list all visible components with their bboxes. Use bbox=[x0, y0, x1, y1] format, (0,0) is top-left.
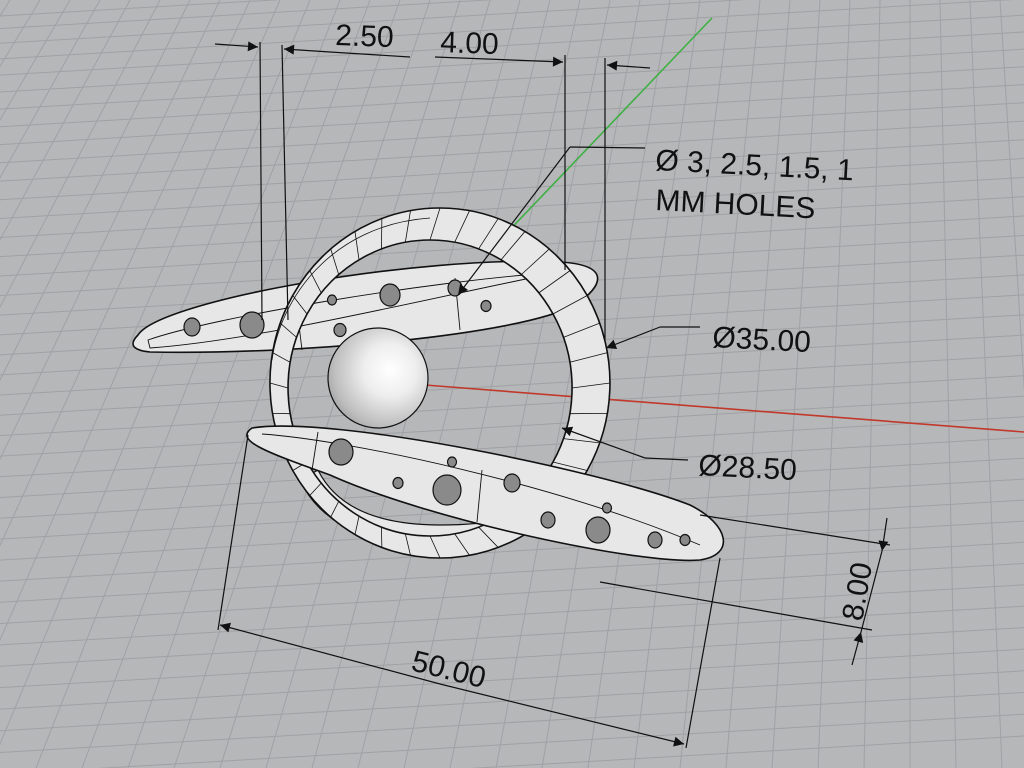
blade-hole bbox=[432, 474, 462, 506]
blade-hole bbox=[239, 311, 265, 339]
blade-hole bbox=[601, 502, 613, 514]
blade-hole bbox=[540, 511, 556, 529]
blade-hole bbox=[679, 533, 691, 547]
viewport-canvas[interactable]: 2.50 4.00 Ø 3, 2.5, 1.5, 1 MM HOLES Ø35.… bbox=[0, 0, 1024, 768]
blade-hole bbox=[392, 476, 404, 490]
pearl bbox=[327, 327, 429, 429]
cad-viewport[interactable]: 2.50 4.00 Ø 3, 2.5, 1.5, 1 MM HOLES Ø35.… bbox=[0, 0, 1024, 768]
blade-hole bbox=[585, 516, 611, 544]
dimension-2-50: 2.50 bbox=[335, 19, 395, 54]
blade-hole bbox=[379, 283, 401, 307]
blade-hole bbox=[503, 473, 521, 493]
blade-hole bbox=[480, 299, 492, 313]
blade-hole bbox=[447, 279, 463, 297]
dimension-4-00: 4.00 bbox=[440, 26, 500, 61]
viewport-background bbox=[0, 0, 1024, 768]
blade-hole bbox=[183, 317, 201, 337]
inner-diameter-label: Ø28.50 bbox=[698, 449, 798, 487]
blade-hole bbox=[333, 322, 347, 338]
blade-hole bbox=[328, 438, 354, 466]
blade-hole bbox=[326, 294, 338, 306]
blade-hole bbox=[446, 456, 458, 468]
outer-diameter-label: Ø35.00 bbox=[712, 321, 812, 359]
blade-hole bbox=[647, 531, 663, 549]
